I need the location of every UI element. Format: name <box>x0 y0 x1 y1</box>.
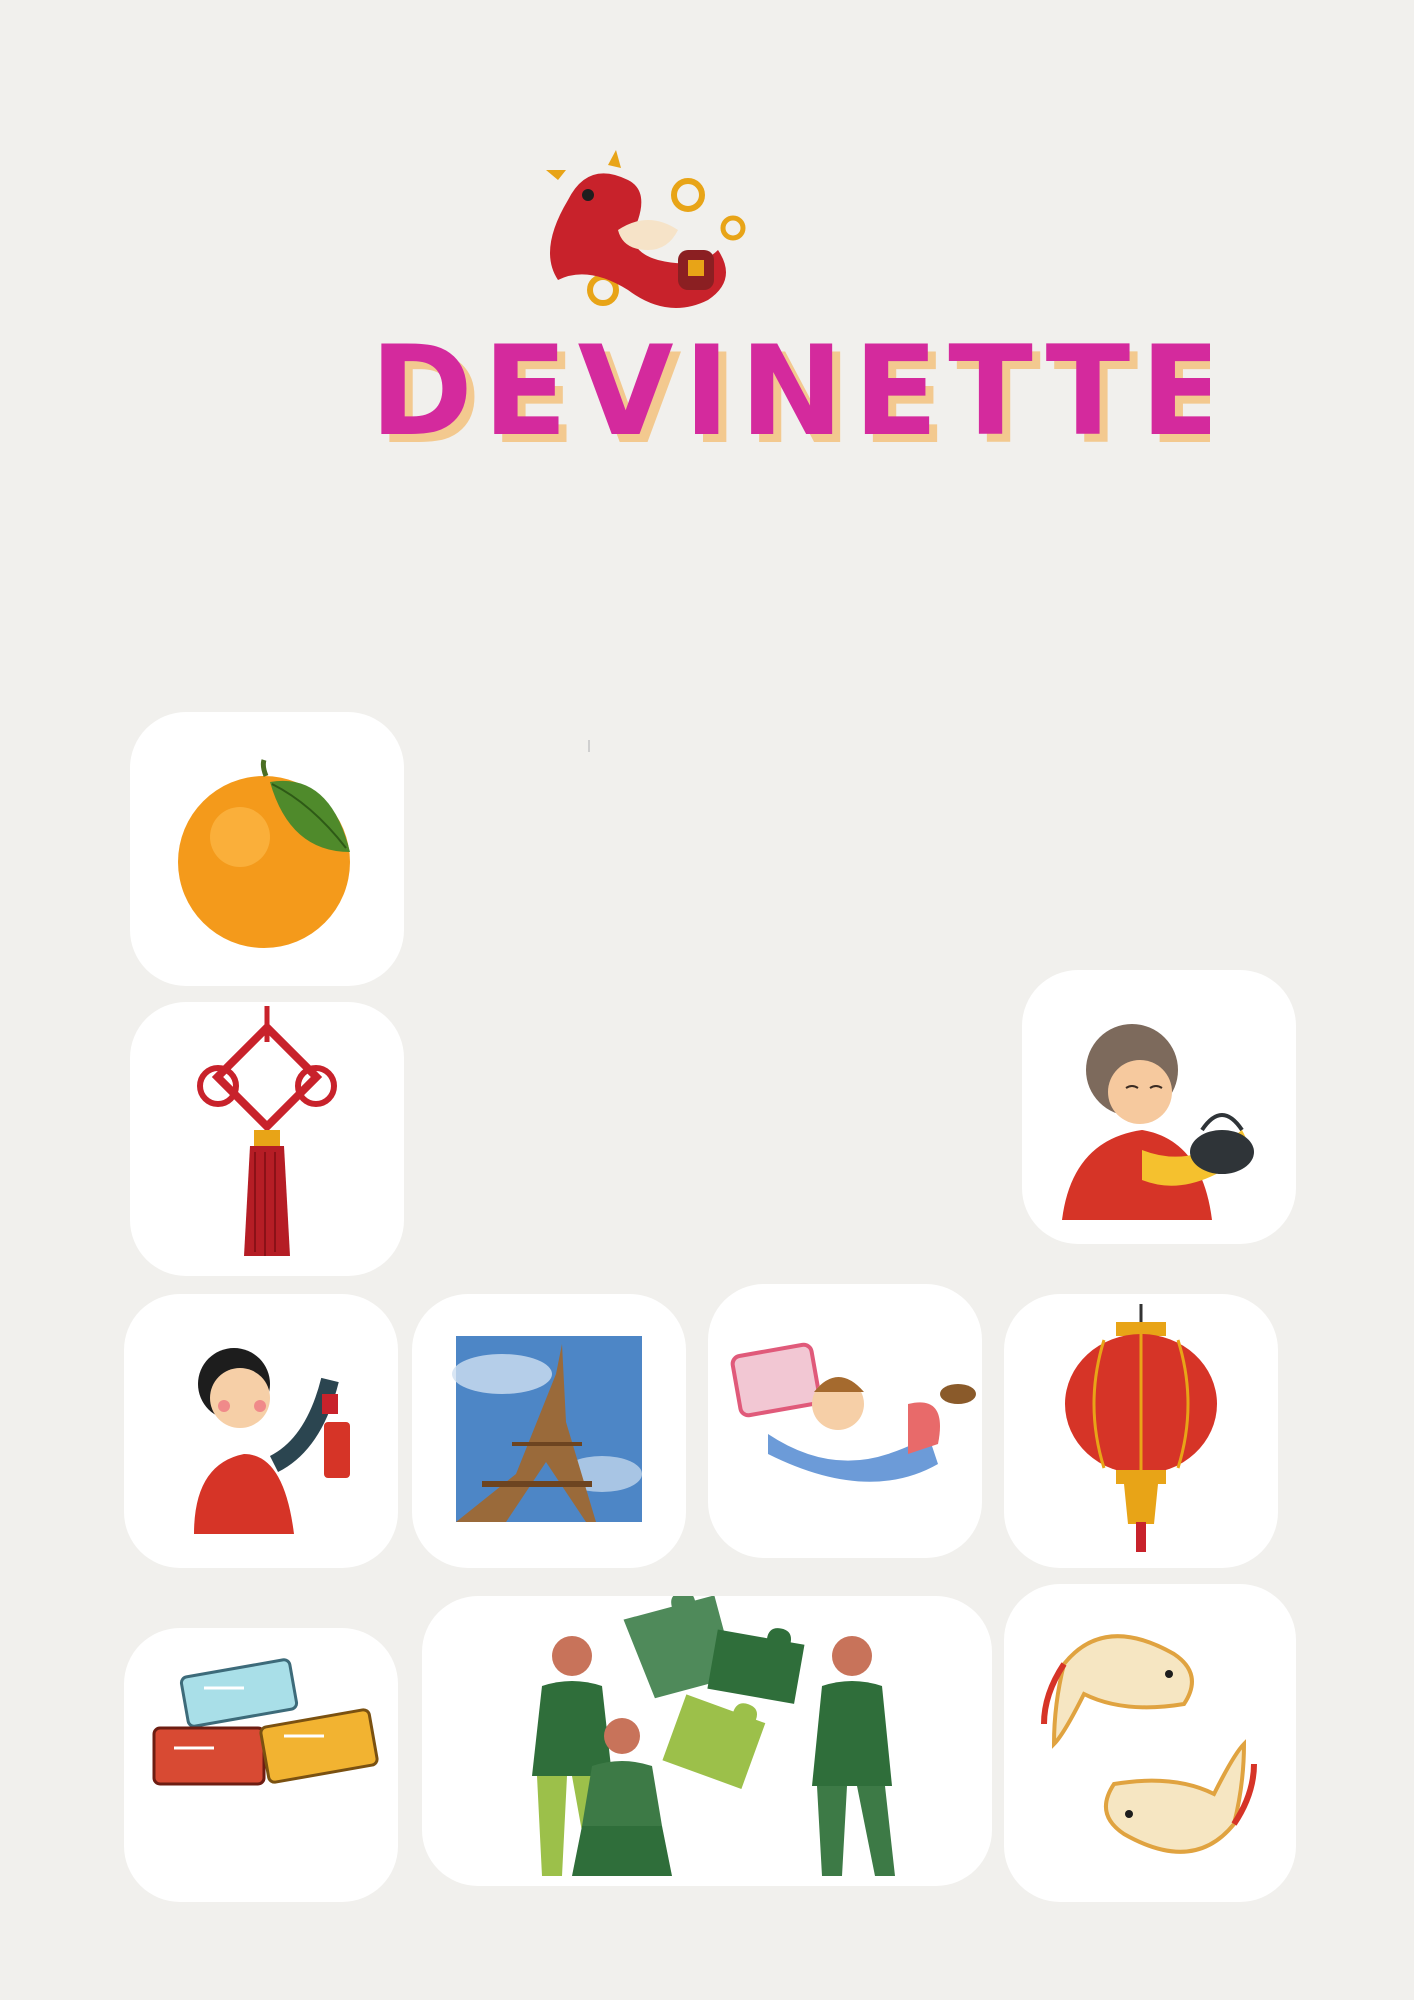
card-candies[interactable] <box>124 1628 398 1902</box>
card-koi-fish[interactable] <box>1004 1584 1296 1902</box>
card-red-lantern[interactable] <box>1004 1294 1278 1568</box>
puzzle-team-icon <box>532 1596 895 1876</box>
reading-child-icon <box>730 1342 976 1482</box>
card-boy-firecrackers[interactable] <box>124 1294 398 1568</box>
page-title-text: DEVINETTES <box>370 320 1210 464</box>
mandarin-orange-icon <box>178 759 350 948</box>
chinese-knot-icon <box>197 1006 337 1256</box>
page-title: DEVINETTES DEVINETTES <box>370 320 1210 472</box>
boy-firecrackers-icon <box>194 1348 350 1534</box>
card-puzzle-team[interactable] <box>422 1596 992 1886</box>
card-reading-child[interactable] <box>708 1284 982 1558</box>
card-chinese-knot[interactable] <box>130 1002 404 1276</box>
candy-wrappers-icon <box>152 1658 379 1786</box>
grandma-teapot-icon <box>1062 1024 1254 1220</box>
red-lantern-icon <box>1065 1304 1217 1552</box>
koi-fish-icon <box>1041 1634 1257 1854</box>
eiffel-tower-icon <box>452 1336 642 1522</box>
dragon-icon <box>546 150 746 308</box>
card-eiffel-tower[interactable] <box>412 1294 686 1568</box>
card-mandarin[interactable] <box>130 712 404 986</box>
text-cursor-mark <box>588 740 590 752</box>
card-grandma-tea[interactable] <box>1022 970 1296 1244</box>
